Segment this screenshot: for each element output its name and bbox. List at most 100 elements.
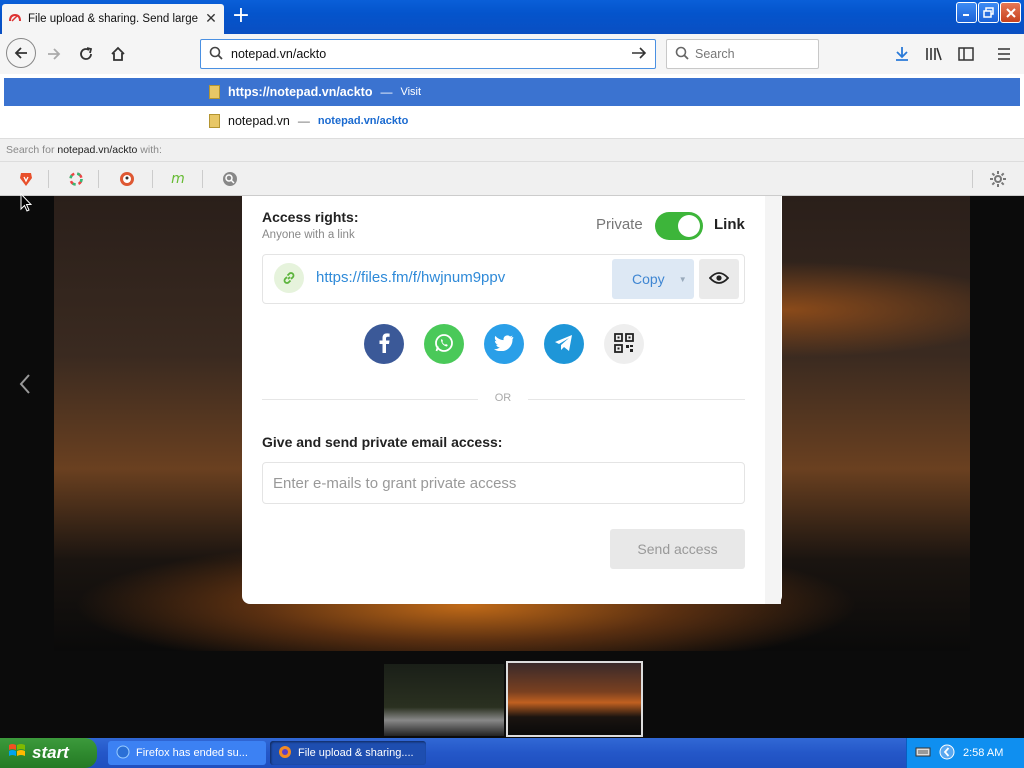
page-content: Access rights: Anyone with a link Privat… xyxy=(0,196,1024,738)
start-button[interactable]: start xyxy=(0,738,97,768)
taskbar: start Firefox has ended su... File uploa… xyxy=(0,738,1024,768)
forward-button[interactable] xyxy=(40,40,68,68)
facebook-share-button[interactable] xyxy=(364,324,404,364)
mojeek-search-icon[interactable]: m xyxy=(168,169,188,189)
tab-title: File upload & sharing. Send large p xyxy=(28,13,198,25)
search-icon xyxy=(675,46,689,63)
suggestion-visit[interactable]: https://notepad.vn/ackto — Visit xyxy=(4,78,1020,106)
system-tray: 2:58 AM xyxy=(906,738,1024,768)
engine-separator xyxy=(48,170,49,188)
search-with-bar: Search for notepad.vn/ackto with: xyxy=(0,138,1024,162)
reload-button[interactable] xyxy=(72,40,100,68)
private-label: Private xyxy=(596,216,643,233)
suggestion-separator: — xyxy=(380,85,393,99)
toggle-knob xyxy=(678,215,700,237)
firefox-icon xyxy=(278,745,292,762)
taskbar-item-label: Firefox has ended su... xyxy=(136,747,248,759)
search-placeholder: Search xyxy=(695,47,735,61)
tab-close-icon[interactable]: ✕ xyxy=(204,11,218,27)
downloads-icon[interactable] xyxy=(888,40,916,68)
search-engine-icon[interactable] xyxy=(220,169,240,189)
browser-tab[interactable]: File upload & sharing. Send large p ✕ xyxy=(2,4,224,34)
notepad-favicon-icon xyxy=(209,114,220,128)
suggestion-title: notepad.vn xyxy=(228,114,290,128)
collapse-tray-icon[interactable] xyxy=(939,744,955,763)
search-with-prefix: Search for xyxy=(6,144,55,156)
suggestion-action: Visit xyxy=(400,86,422,98)
thumbnail-image-selected[interactable] xyxy=(506,661,643,737)
new-tab-button[interactable]: + xyxy=(228,4,254,30)
search-with-query: notepad.vn/ackto xyxy=(57,144,138,156)
address-input[interactable]: notepad.vn/ackto xyxy=(231,47,623,61)
link-icon xyxy=(274,263,304,293)
access-toggle[interactable] xyxy=(655,212,703,240)
send-access-button[interactable]: Send access xyxy=(610,529,745,569)
engine-separator xyxy=(972,170,973,188)
go-arrow-icon[interactable] xyxy=(631,46,647,63)
previous-arrow-icon[interactable] xyxy=(18,372,32,402)
email-input[interactable] xyxy=(262,462,745,504)
search-with-suffix: with: xyxy=(140,144,162,156)
sidebar-icon[interactable] xyxy=(952,40,980,68)
divider xyxy=(262,399,478,400)
thumbnail-image[interactable] xyxy=(384,664,504,736)
address-bar[interactable]: notepad.vn/ackto xyxy=(200,39,656,69)
eye-icon xyxy=(708,271,730,288)
scrollbar[interactable] xyxy=(765,196,781,604)
taskbar-item-firefox-crash[interactable]: Firefox has ended su... xyxy=(108,741,266,765)
taskbar-item-label: File upload & sharing.... xyxy=(298,747,414,759)
share-link-url[interactable]: https://files.fm/f/hwjnum9ppv xyxy=(316,269,505,286)
qr-code-button[interactable] xyxy=(604,324,644,364)
taskbar-item-file-upload[interactable]: File upload & sharing.... xyxy=(270,741,426,765)
engine-separator xyxy=(152,170,153,188)
brave-search-icon[interactable] xyxy=(16,169,36,189)
email-access-title: Give and send private email access: xyxy=(262,434,503,450)
divider xyxy=(528,399,745,400)
telegram-icon xyxy=(554,334,574,355)
search-icon xyxy=(209,46,223,63)
link-label: Link xyxy=(714,216,745,233)
restore-button[interactable] xyxy=(978,2,999,23)
menu-icon[interactable] xyxy=(990,40,1018,68)
firefox-globe-icon xyxy=(116,745,130,762)
suggestion-url: https://notepad.vn/ackto xyxy=(228,85,373,99)
or-label: OR xyxy=(494,392,512,404)
duckduckgo-search-icon[interactable] xyxy=(117,169,137,189)
search-engines-bar: m xyxy=(0,162,1024,196)
search-box[interactable]: Search xyxy=(666,39,819,69)
mouse-cursor-icon xyxy=(20,192,33,216)
preview-eye-button[interactable] xyxy=(699,259,739,299)
engine-separator xyxy=(98,170,99,188)
notepad-favicon-icon xyxy=(209,85,220,99)
start-label: start xyxy=(32,743,69,762)
suggestion-separator: — xyxy=(297,114,310,128)
copy-label: Copy xyxy=(632,271,665,287)
access-rights-subtitle: Anyone with a link xyxy=(262,229,355,241)
copy-button[interactable]: Copy ▼ xyxy=(612,259,694,299)
access-rights-title: Access rights: xyxy=(262,209,359,225)
keyboard-icon[interactable] xyxy=(915,746,931,761)
telegram-share-button[interactable] xyxy=(544,324,584,364)
home-button[interactable] xyxy=(104,40,132,68)
suggestion-history[interactable]: notepad.vn — notepad.vn/ackto xyxy=(4,108,1020,134)
close-window-button[interactable] xyxy=(1000,2,1021,23)
clock: 2:58 AM xyxy=(963,747,1004,759)
title-bar: File upload & sharing. Send large p ✕ + xyxy=(0,0,1024,34)
twitter-share-button[interactable] xyxy=(484,324,524,364)
search-settings-gear-icon[interactable] xyxy=(988,169,1008,189)
facebook-icon xyxy=(378,332,390,356)
chevron-down-icon: ▼ xyxy=(678,274,687,284)
windows-logo-icon xyxy=(8,742,26,765)
navigation-toolbar: notepad.vn/ackto Search xyxy=(0,34,1024,74)
whatsapp-icon xyxy=(433,332,455,357)
twitter-icon xyxy=(494,334,514,354)
whatsapp-share-button[interactable] xyxy=(424,324,464,364)
library-icon[interactable] xyxy=(920,40,948,68)
qwant-search-icon[interactable] xyxy=(66,169,86,189)
suggestion-url: notepad.vn/ackto xyxy=(317,115,409,127)
minimize-button[interactable] xyxy=(956,2,977,23)
qr-code-icon xyxy=(613,332,635,357)
back-button[interactable] xyxy=(6,38,36,68)
url-suggestions: https://notepad.vn/ackto — Visit notepad… xyxy=(0,74,1024,138)
engine-separator xyxy=(202,170,203,188)
